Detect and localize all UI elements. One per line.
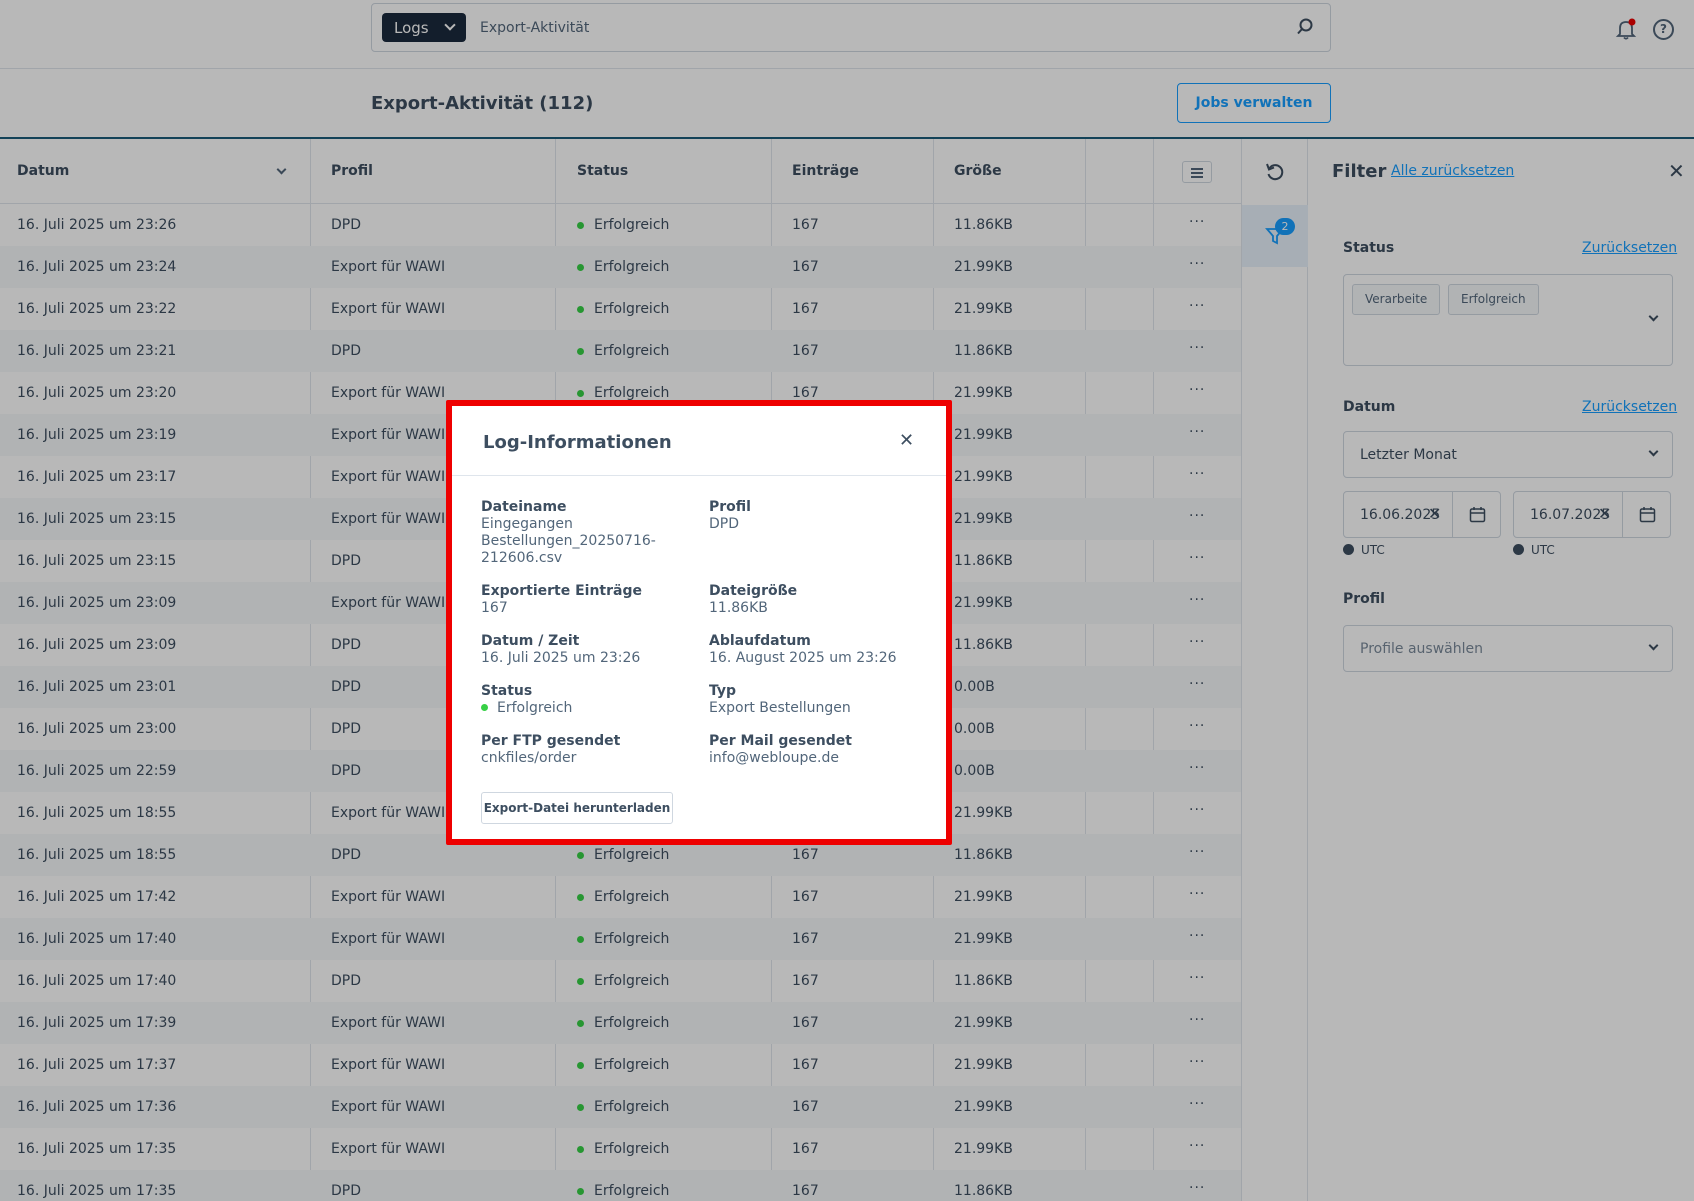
field-value: 16. August 2025 um 23:26 — [709, 650, 897, 666]
field-value: 16. Juli 2025 um 23:26 — [481, 650, 641, 666]
field-expiry-date: Ablaufdatum 16. August 2025 um 23:26 — [709, 633, 919, 667]
field-profile: Profil DPD — [709, 499, 919, 533]
close-icon[interactable]: ✕ — [899, 430, 914, 451]
field-type: Typ Export Bestellungen — [709, 683, 919, 717]
field-label: Status — [481, 683, 533, 699]
field-value: Export Bestellungen — [709, 700, 851, 716]
field-label: Ablaufdatum — [709, 633, 811, 649]
field-label: Profil — [709, 499, 751, 515]
field-label: Typ — [709, 683, 737, 699]
field-mail: Per Mail gesendet info@webloupe.de — [709, 733, 919, 767]
log-info-modal: Log-Informationen ✕ Dateiname Eingegange… — [446, 400, 952, 845]
field-value: Erfolgreich — [497, 700, 573, 716]
field-value: DPD — [709, 516, 740, 532]
modal-header: Log-Informationen ✕ — [452, 406, 946, 476]
field-value: info@webloupe.de — [709, 750, 839, 766]
field-datetime: Datum / Zeit 16. Juli 2025 um 23:26 — [481, 633, 691, 667]
field-label: Per Mail gesendet — [709, 733, 852, 749]
field-label: Dateiname — [481, 499, 567, 515]
field-exported-entries: Exportierte Einträge 167 — [481, 583, 691, 617]
field-file-size: Dateigröße 11.86KB — [709, 583, 919, 617]
field-label: Per FTP gesendet — [481, 733, 621, 749]
field-status: Status Erfolgreich — [481, 683, 691, 717]
field-label: Exportierte Einträge — [481, 583, 642, 599]
status-dot-icon — [481, 704, 488, 711]
field-label: Datum / Zeit — [481, 633, 580, 649]
field-value: 11.86KB — [709, 600, 768, 616]
download-export-file-button[interactable]: Export-Datei herunterladen — [481, 792, 673, 824]
modal-title: Log-Informationen — [483, 432, 672, 453]
field-value: cnkfiles/order — [481, 750, 577, 766]
field-label: Dateigröße — [709, 583, 798, 599]
field-value: Eingegangen Bestellungen_20250716-212606… — [481, 516, 656, 566]
field-ftp: Per FTP gesendet cnkfiles/order — [481, 733, 691, 767]
field-value: 167 — [481, 600, 508, 616]
field-filename: Dateiname Eingegangen Bestellungen_20250… — [481, 499, 691, 567]
